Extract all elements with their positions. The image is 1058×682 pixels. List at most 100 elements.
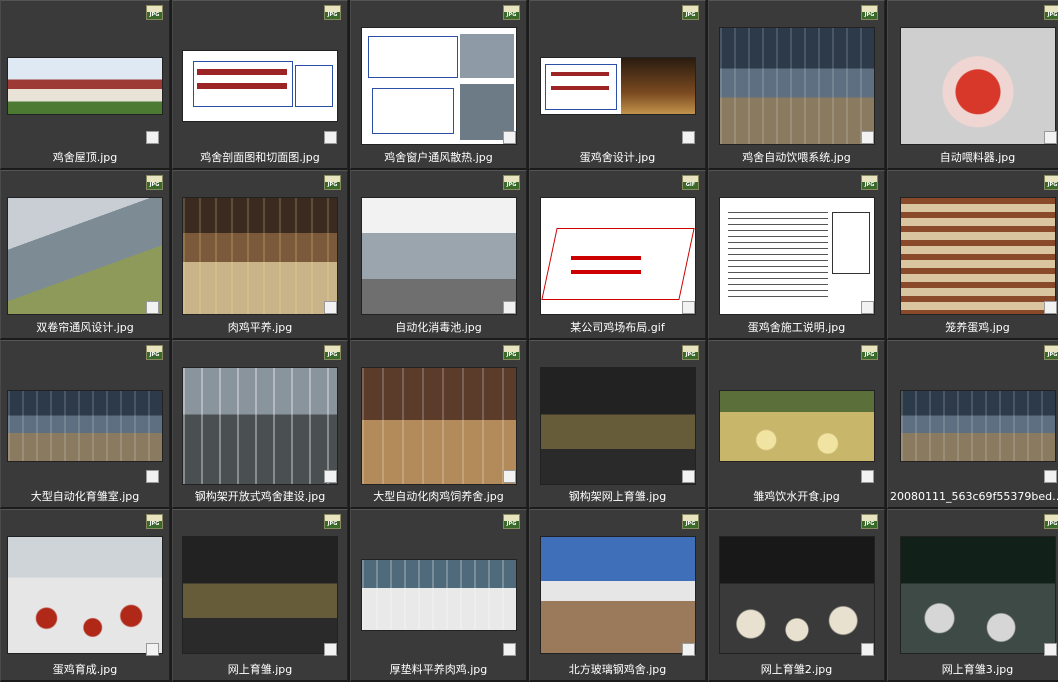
file-name: 雏鸡饮水开食.jpg bbox=[753, 490, 840, 503]
jpg-badge-icon: JPG bbox=[1044, 5, 1058, 20]
select-checkbox[interactable] bbox=[146, 470, 159, 483]
file-name: 大型自动化肉鸡饲养舍.jpg bbox=[373, 490, 504, 503]
file-name: 鸡舍窗户通风散热.jpg bbox=[384, 151, 493, 164]
select-checkbox[interactable] bbox=[1044, 131, 1057, 144]
select-checkbox[interactable] bbox=[682, 470, 695, 483]
layer-house-design-icon bbox=[539, 57, 696, 115]
thumbnail-item[interactable]: JPG 网上育雏2.jpg bbox=[708, 509, 885, 682]
select-checkbox[interactable] bbox=[146, 301, 159, 314]
jpg-badge-icon: JPG bbox=[503, 514, 520, 529]
jpg-badge-icon: JPG bbox=[324, 5, 341, 20]
thumbnail-item[interactable]: JPG 钢构架网上育雏.jpg bbox=[529, 340, 706, 509]
jpg-badge-icon: JPG bbox=[861, 514, 878, 529]
jpg-badge-icon: JPG bbox=[503, 345, 520, 360]
select-checkbox[interactable] bbox=[324, 301, 337, 314]
thumbnail-item[interactable]: JPG 蛋鸡育成.jpg bbox=[0, 509, 170, 682]
select-checkbox[interactable] bbox=[503, 643, 516, 656]
select-checkbox[interactable] bbox=[503, 301, 516, 314]
gif-badge-icon: GIF bbox=[682, 175, 699, 190]
thumbnail-item[interactable]: JPG 鸡舍窗户通风散热.jpg bbox=[350, 0, 527, 170]
construction-doc-icon bbox=[718, 197, 875, 315]
thumbnail-item[interactable]: JPG 20080111_563c69f55379beda98... bbox=[887, 340, 1058, 509]
litter-broiler-icon bbox=[360, 559, 517, 631]
thumbnail-item[interactable]: JPG 鸡舍屋顶.jpg bbox=[0, 0, 170, 170]
jpg-badge-icon: JPG bbox=[861, 175, 878, 190]
jpg-badge-icon: JPG bbox=[503, 175, 520, 190]
file-name: 鸡舍剖面图和切面图.jpg bbox=[200, 151, 320, 164]
select-checkbox[interactable] bbox=[682, 301, 695, 314]
select-checkbox[interactable] bbox=[1044, 301, 1057, 314]
pullet-rearing-icon bbox=[7, 536, 163, 654]
house-interior-icon bbox=[899, 390, 1056, 462]
jpg-badge-icon: JPG bbox=[324, 514, 341, 529]
file-name: 网上育雏.jpg bbox=[227, 663, 293, 676]
thumbnail-item[interactable]: JPG 大型自动化育雏室.jpg bbox=[0, 340, 170, 509]
file-name: 大型自动化育雏室.jpg bbox=[30, 490, 140, 503]
frp-house-icon bbox=[539, 536, 696, 654]
file-name: 网上育雏3.jpg bbox=[941, 663, 1014, 676]
jpg-badge-icon: JPG bbox=[503, 5, 520, 20]
thumbnail-item[interactable]: JPG 钢构架开放式鸡舍建设.jpg bbox=[172, 340, 348, 509]
jpg-badge-icon: JPG bbox=[1044, 514, 1058, 529]
select-checkbox[interactable] bbox=[503, 470, 516, 483]
file-name: 鸡舍屋顶.jpg bbox=[52, 151, 118, 164]
select-checkbox[interactable] bbox=[682, 131, 695, 144]
thumbnail-item[interactable]: JPG 网上育雏.jpg bbox=[172, 509, 348, 682]
select-checkbox[interactable] bbox=[861, 301, 874, 314]
select-checkbox[interactable] bbox=[861, 470, 874, 483]
select-checkbox[interactable] bbox=[324, 131, 337, 144]
jpg-badge-icon: JPG bbox=[324, 345, 341, 360]
select-checkbox[interactable] bbox=[146, 131, 159, 144]
jpg-badge-icon: JPG bbox=[682, 345, 699, 360]
file-name: 网上育雏2.jpg bbox=[760, 663, 833, 676]
net-brooding-3-icon bbox=[899, 536, 1056, 654]
thumbnail-item[interactable]: JPG 雏鸡饮水开食.jpg bbox=[708, 340, 885, 509]
thumbnail-item[interactable]: JPG 蛋鸡舍设计.jpg bbox=[529, 0, 706, 170]
thumbnail-item[interactable]: JPG 北方玻璃钢鸡舍.jpg bbox=[529, 509, 706, 682]
jpg-badge-icon: JPG bbox=[861, 345, 878, 360]
farm-layout-icon bbox=[539, 197, 696, 315]
thumbnail-item[interactable]: JPG 肉鸡平养.jpg bbox=[172, 170, 348, 340]
jpg-badge-icon: JPG bbox=[1044, 345, 1058, 360]
caged-hens-icon bbox=[899, 197, 1056, 315]
thumbnail-item[interactable]: JPG 鸡舍自动饮喂系统.jpg bbox=[708, 0, 885, 170]
chicks-water-icon bbox=[718, 390, 875, 462]
select-checkbox[interactable] bbox=[861, 131, 874, 144]
jpg-badge-icon: JPG bbox=[146, 514, 163, 529]
thumbnail-item[interactable]: JPG 鸡舍剖面图和切面图.jpg bbox=[172, 0, 348, 170]
thumbnail-item[interactable]: JPG 厚垫料平养肉鸡.jpg bbox=[350, 509, 527, 682]
thumbnail-item[interactable]: JPG 大型自动化肉鸡饲养舍.jpg bbox=[350, 340, 527, 509]
thumbnail-item[interactable]: JPG 网上育雏3.jpg bbox=[887, 509, 1058, 682]
thumbnail-item[interactable]: JPG 自动化消毒池.jpg bbox=[350, 170, 527, 340]
select-checkbox[interactable] bbox=[324, 643, 337, 656]
select-checkbox[interactable] bbox=[146, 643, 159, 656]
thumbnail-item[interactable]: JPG 双卷帘通风设计.jpg bbox=[0, 170, 170, 340]
select-checkbox[interactable] bbox=[503, 131, 516, 144]
net-brooding-icon bbox=[539, 367, 696, 485]
thumbnail-item[interactable]: GIF 某公司鸡场布局.gif bbox=[529, 170, 706, 340]
select-checkbox[interactable] bbox=[861, 643, 874, 656]
select-checkbox[interactable] bbox=[324, 470, 337, 483]
jpg-badge-icon: JPG bbox=[861, 5, 878, 20]
file-name: 自动化消毒池.jpg bbox=[395, 321, 482, 334]
jpg-badge-icon: JPG bbox=[146, 5, 163, 20]
section-drawing-icon bbox=[182, 50, 338, 122]
thumbnail-item[interactable]: JPG 自动喂料器.jpg bbox=[887, 0, 1058, 170]
select-checkbox[interactable] bbox=[1044, 470, 1057, 483]
file-name: 厚垫料平养肉鸡.jpg bbox=[389, 663, 488, 676]
file-name: 鸡舍自动饮喂系统.jpg bbox=[742, 151, 851, 164]
select-checkbox[interactable] bbox=[1044, 643, 1057, 656]
jpg-badge-icon: JPG bbox=[146, 175, 163, 190]
jpg-badge-icon: JPG bbox=[682, 5, 699, 20]
window-ventilation-icon bbox=[360, 27, 517, 145]
thumbnail-item[interactable]: JPG 笼养蛋鸡.jpg bbox=[887, 170, 1058, 340]
file-name: 自动喂料器.jpg bbox=[939, 151, 1016, 164]
net-brooding-dark-icon bbox=[182, 536, 338, 654]
select-checkbox[interactable] bbox=[682, 643, 695, 656]
thumbnail-item[interactable]: JPG 蛋鸡舍施工说明.jpg bbox=[708, 170, 885, 340]
steel-frame-house-icon bbox=[182, 367, 338, 485]
file-name: 蛋鸡舍施工说明.jpg bbox=[747, 321, 846, 334]
brooding-room-icon bbox=[7, 390, 163, 462]
feeding-system-icon bbox=[718, 27, 875, 145]
file-name: 20080111_563c69f55379beda98... bbox=[890, 490, 1058, 503]
